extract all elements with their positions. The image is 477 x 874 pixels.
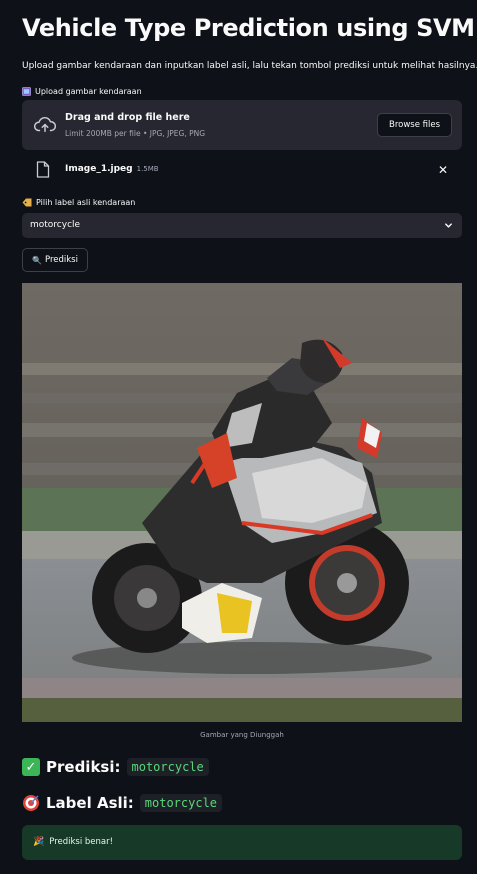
prediction-result-value: motorcycle [126,758,209,776]
check-mark-icon: ✓ [22,758,40,776]
target-icon [23,795,39,811]
party-popper-icon: 🎉 [33,837,45,847]
uploaded-file-name: Image_1.jpeg 1.5MB [65,164,159,174]
uploaded-image [22,283,462,722]
dropzone-instruction: Drag and drop file here [65,112,190,123]
uploaded-file-size: 1.5MB [136,165,159,173]
uploader-label: Upload gambar kendaraan [22,87,142,96]
page-title: Vehicle Type Prediction using SVM [22,14,475,42]
uploaded-file-name-text: Image_1.jpeg [65,164,133,174]
chevron-down-icon [445,223,452,228]
file-icon [36,161,50,178]
true-label-select[interactable]: motorcycle [22,213,462,238]
success-alert-text: Prediksi benar! [49,837,114,847]
page-subtitle: Upload gambar kendaraan dan inputkan lab… [22,61,477,71]
success-alert: 🎉 Prediksi benar! [22,825,462,860]
true-label-result: Label Asli: motorcycle [22,794,223,812]
uploaded-file-row: Image_1.jpeg 1.5MB ✕ [22,157,462,185]
file-dropzone[interactable]: Drag and drop file here Limit 200MB per … [22,100,462,150]
label-select-label-text: Pilih label asli kendaraan [36,198,136,207]
label-select-label: Pilih label asli kendaraan [22,198,135,207]
motorcycle-photo [22,283,462,722]
true-label-result-label: Label Asli: [46,794,134,812]
image-caption: Gambar yang Diunggah [200,731,284,739]
predict-button[interactable]: 🔍 Prediksi [22,248,88,272]
predict-button-label: Prediksi [44,255,78,265]
cloud-upload-icon [34,116,56,133]
label-tag-icon [22,198,32,207]
picture-frame-icon [22,87,31,96]
browse-files-button[interactable]: Browse files [377,113,452,137]
true-label-select-value: motorcycle [30,220,81,230]
uploader-label-text: Upload gambar kendaraan [35,87,142,96]
remove-file-close-icon[interactable]: ✕ [438,163,448,177]
dropzone-limit: Limit 200MB per file • JPG, JPEG, PNG [65,129,206,138]
true-label-result-value: motorcycle [139,794,223,812]
magnifier-icon: 🔍 [32,255,42,265]
prediction-result-label: Prediksi: [46,758,121,776]
prediction-result: ✓ Prediksi: motorcycle [22,758,209,776]
